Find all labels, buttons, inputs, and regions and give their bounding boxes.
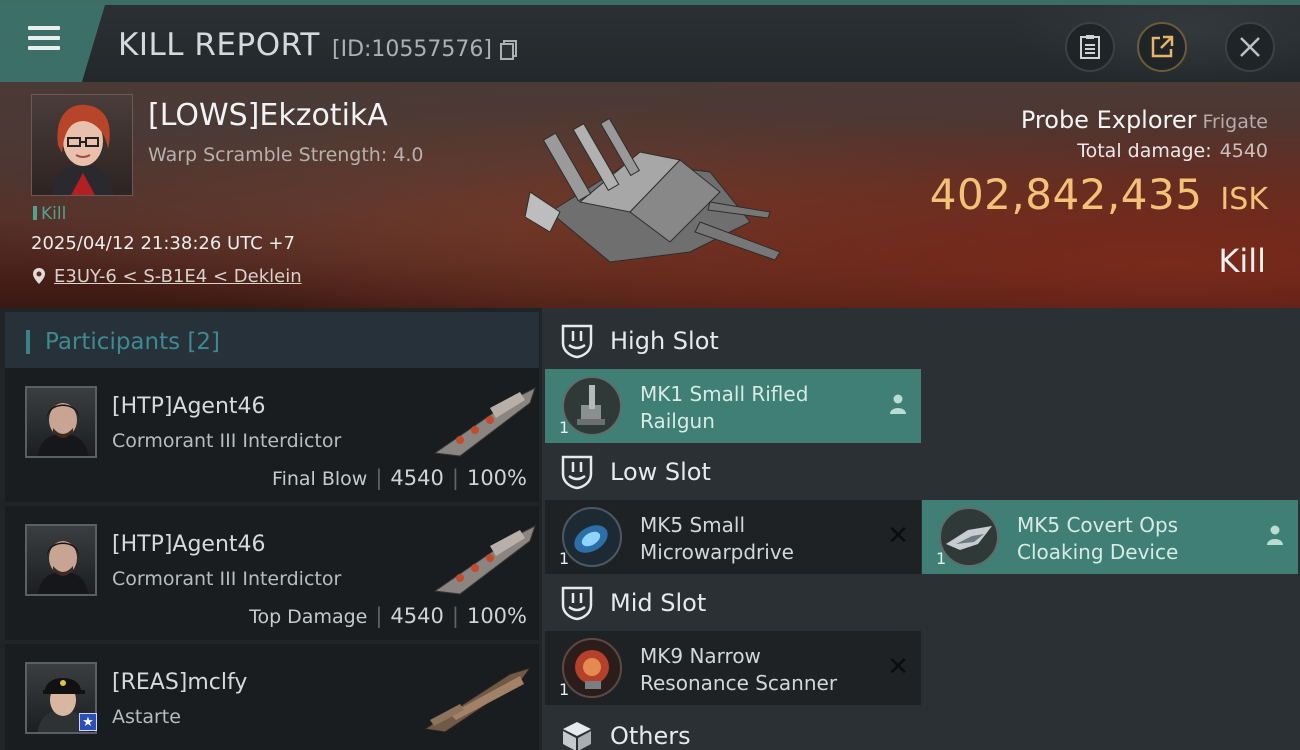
participant-ship: Astarte xyxy=(112,706,181,728)
module-card[interactable]: 1 MK9 Narrow Resonance Scanner ✕ xyxy=(545,631,921,705)
module-name: MK1 Small Rifled Railgun xyxy=(640,382,809,433)
total-damage-value: 4540 xyxy=(1219,140,1268,162)
close-icon xyxy=(1240,37,1260,57)
participant-ship-image xyxy=(433,387,536,457)
participant-name[interactable]: [HTP]Agent46 xyxy=(112,394,266,419)
mid-slot-header: Mid Slot xyxy=(560,585,706,621)
warp-scramble-strength: Warp Scramble Strength: 4.0 xyxy=(148,144,424,166)
participant-role: Final Blow xyxy=(272,468,368,490)
portrait-image xyxy=(52,104,114,195)
portrait-image xyxy=(37,541,89,594)
module-quantity: 1 xyxy=(559,549,570,568)
low-slot-label: Low Slot xyxy=(610,458,711,486)
report-id: [ID:10557576] xyxy=(332,37,492,62)
participant-name[interactable]: [REAS]mclfy xyxy=(112,670,247,695)
others-label: Others xyxy=(610,722,691,750)
high-slot-label: High Slot xyxy=(610,327,719,355)
module-quantity: 1 xyxy=(559,680,570,699)
star-badge-icon: ★ xyxy=(79,713,97,731)
shield-slot-icon xyxy=(561,586,593,621)
total-damage: Total damage: 4540 xyxy=(1077,140,1268,162)
participant-damage: 4540 xyxy=(390,604,444,628)
remove-x-icon: ✕ xyxy=(887,521,909,551)
high-slot-header: High Slot xyxy=(560,323,719,359)
kill-tag: Kill xyxy=(33,204,66,224)
kill-timestamp: 2025/04/12 21:38:26 UTC +7 xyxy=(31,233,295,254)
pilot-icon xyxy=(890,394,906,414)
module-card[interactable]: 1 MK1 Small Rifled Railgun xyxy=(545,369,921,443)
fitting-panel: High Slot 1 MK1 Small Rifled Railgun Low… xyxy=(542,308,1300,750)
clipboard-button[interactable] xyxy=(1065,22,1115,72)
participants-header: Participants [2] xyxy=(5,312,539,370)
module-quantity: 1 xyxy=(559,418,570,437)
participant-ship: Cormorant III Interdictor xyxy=(112,568,342,590)
menu-button[interactable] xyxy=(0,5,105,82)
isk-value-row: 402,842,435 ISK xyxy=(930,170,1268,219)
participant-percent: 100% xyxy=(466,466,527,490)
cube-icon xyxy=(563,722,591,750)
participant-row[interactable]: ★ [REAS]mclfy Astarte xyxy=(5,644,539,750)
participants-panel: Participants [2] [HTP]Agent46 Cormorant … xyxy=(0,308,542,750)
target-ship-name[interactable]: Probe Explorer xyxy=(1021,106,1197,134)
participants-title: Participants [2] xyxy=(45,329,221,355)
participant-role: Top Damage xyxy=(249,606,368,628)
low-slot-header: Low Slot xyxy=(560,454,711,490)
location-link[interactable]: E3UY-6 < S-B1E4 < Deklein xyxy=(54,266,302,287)
module-quantity: 1 xyxy=(936,549,947,568)
kill-summary-banner: [LOWS]EkzotikA Warp Scramble Strength: 4… xyxy=(0,82,1300,308)
module-name: MK9 Narrow Resonance Scanner xyxy=(640,644,838,695)
victim-name[interactable]: [LOWS]EkzotikA xyxy=(148,98,388,133)
module-card[interactable]: 1 MK5 Covert Ops Cloaking Device xyxy=(922,500,1298,574)
mid-slot-label: Mid Slot xyxy=(610,589,707,617)
victim-avatar[interactable] xyxy=(31,94,133,196)
location-pin-icon xyxy=(33,268,45,284)
participant-stats: Top Damage | 4540 | 100% xyxy=(249,604,527,628)
participant-ship-image xyxy=(423,667,530,733)
target-ship-class: Frigate xyxy=(1202,111,1268,133)
participant-stats: Final Blow | 4540 | 100% xyxy=(272,466,527,490)
pilot-icon xyxy=(1267,525,1283,545)
participant-percent: 100% xyxy=(466,604,527,628)
participant-avatar[interactable] xyxy=(25,524,97,596)
isk-value: 402,842,435 xyxy=(929,170,1203,219)
clipboard-icon xyxy=(1080,35,1100,59)
target-ship-line: Probe Explorer Frigate xyxy=(1021,106,1268,134)
others-header: Others xyxy=(560,718,691,750)
total-damage-label: Total damage: xyxy=(1077,140,1212,162)
participant-row[interactable]: [HTP]Agent46 Cormorant III Interdictor F… xyxy=(5,368,539,502)
header-accent xyxy=(26,330,30,354)
close-button[interactable] xyxy=(1225,22,1275,72)
participant-ship: Cormorant III Interdictor xyxy=(112,430,342,452)
participant-name[interactable]: [HTP]Agent46 xyxy=(112,532,266,557)
header-bar: KILL REPORT [ID:10557576] xyxy=(0,0,1300,87)
railgun-module-icon xyxy=(562,376,622,436)
scanner-module-icon xyxy=(562,638,622,698)
portrait-image xyxy=(37,403,89,456)
victim-ship-image xyxy=(524,117,781,263)
page-title: KILL REPORT xyxy=(118,27,320,63)
cloaking-device-module-icon xyxy=(939,507,999,567)
microwarpdrive-module-icon xyxy=(562,507,622,567)
module-name: MK5 Small Microwarpdrive xyxy=(640,513,794,564)
participant-ship-image xyxy=(433,525,536,595)
participant-avatar[interactable] xyxy=(25,386,97,458)
module-card[interactable]: 1 MK5 Small Microwarpdrive ✕ xyxy=(545,500,921,574)
participant-damage: 4540 xyxy=(390,466,444,490)
copy-icon[interactable] xyxy=(500,40,517,60)
shield-slot-icon xyxy=(561,324,593,359)
report-result: Kill xyxy=(1218,242,1266,280)
share-icon xyxy=(1151,35,1174,58)
participant-row[interactable]: [HTP]Agent46 Cormorant III Interdictor T… xyxy=(5,506,539,640)
module-name: MK5 Covert Ops Cloaking Device xyxy=(1017,513,1179,564)
remove-x-icon: ✕ xyxy=(887,652,909,682)
share-button[interactable] xyxy=(1137,22,1187,72)
isk-unit: ISK xyxy=(1220,182,1268,217)
shield-slot-icon xyxy=(561,455,593,490)
